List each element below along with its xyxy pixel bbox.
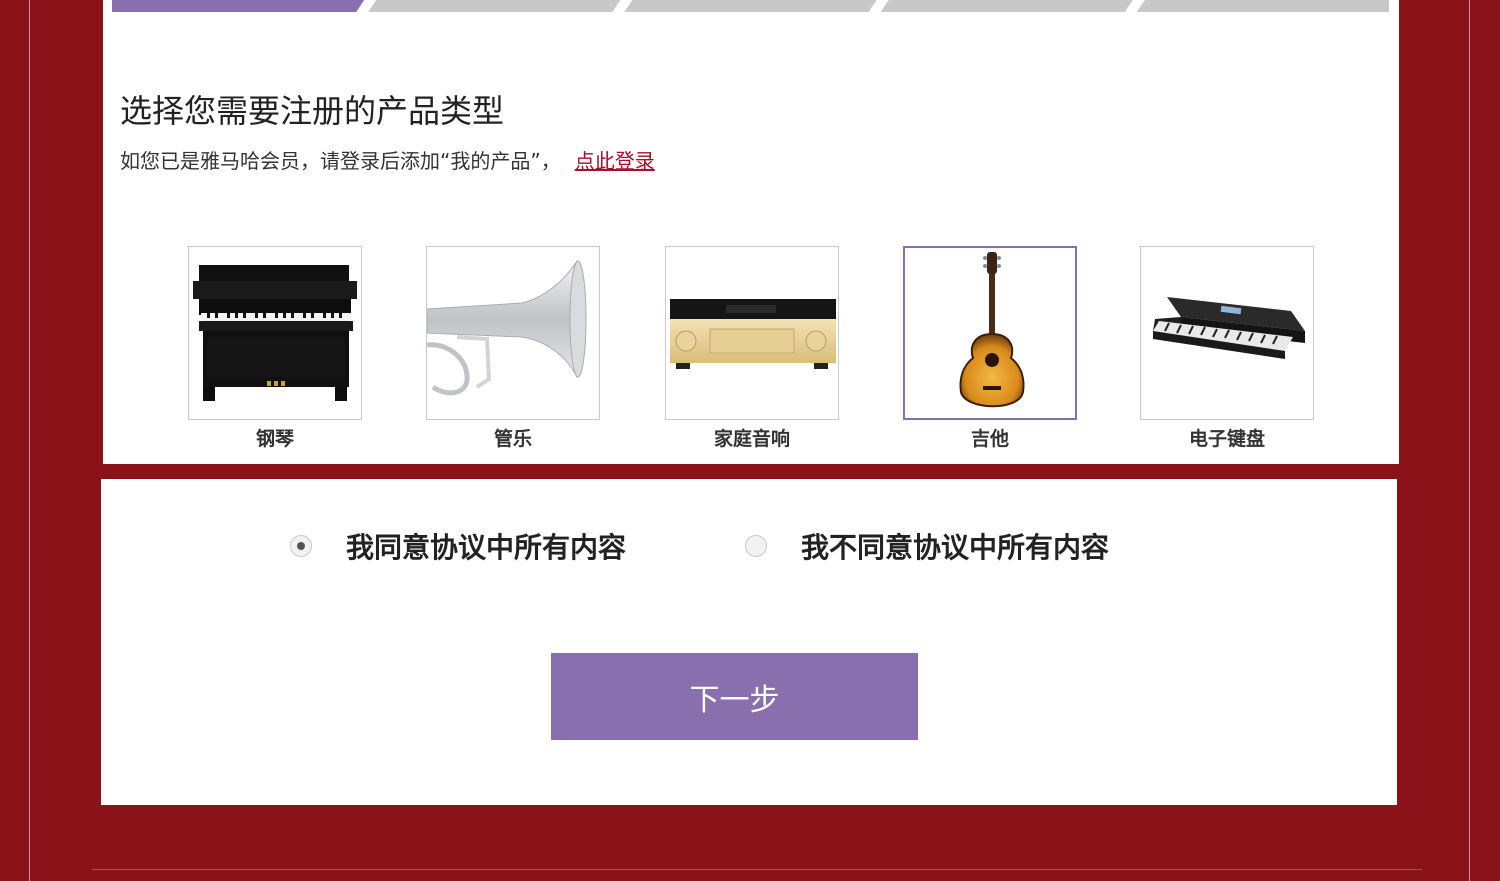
category-card-guitar[interactable]: 吉他: [903, 246, 1077, 451]
frame-line-right: [1469, 0, 1470, 881]
progress-step-1: [112, 0, 364, 12]
progress-step-2: [368, 0, 620, 12]
member-note-text: 如您已是雅马哈会员，请登录后添加“我的产品”，: [120, 149, 561, 173]
member-note: 如您已是雅马哈会员，请登录后添加“我的产品”， 点此登录: [120, 145, 655, 174]
category-card-keyboard[interactable]: 电子键盘: [1140, 246, 1314, 451]
category-label: 电子键盘: [1188, 428, 1265, 450]
category-label: 家庭音响: [713, 428, 790, 450]
trumpet-icon: [426, 246, 600, 420]
login-link[interactable]: 点此登录: [575, 149, 655, 173]
progress-step-5: [1136, 0, 1390, 12]
category-label: 吉他: [970, 428, 1009, 450]
agree-radio[interactable]: [290, 535, 312, 557]
next-step-button[interactable]: 下一步: [551, 653, 918, 740]
frame-line-left: [29, 0, 30, 881]
product-category-list: 钢琴 管乐 家庭音响 吉他 电子键盘: [188, 246, 1318, 456]
category-label: 钢琴: [255, 428, 294, 450]
category-card-piano[interactable]: 钢琴: [188, 246, 362, 451]
disagree-label: 我不同意协议中所有内容: [801, 531, 1110, 564]
piano-icon: [188, 246, 362, 420]
category-label: 管乐: [493, 428, 532, 450]
av-receiver-icon: [665, 246, 839, 420]
disagree-radio[interactable]: [745, 535, 767, 557]
category-card-home-audio[interactable]: 家庭音响: [665, 246, 839, 451]
progress-step-4: [881, 0, 1133, 12]
frame-line-bottom: [92, 869, 1422, 870]
disagree-radio-option[interactable]: 我不同意协议中所有内容: [745, 526, 1109, 566]
category-card-wind[interactable]: 管乐: [426, 246, 600, 451]
progress-step-3: [624, 0, 876, 12]
guitar-icon: [903, 246, 1077, 420]
page-title: 选择您需要注册的产品类型: [120, 92, 505, 130]
agree-label: 我同意协议中所有内容: [346, 531, 627, 564]
step-progress-bar: [112, 0, 1390, 12]
keyboard-icon: [1140, 246, 1314, 420]
agree-radio-option[interactable]: 我同意协议中所有内容: [290, 526, 626, 566]
